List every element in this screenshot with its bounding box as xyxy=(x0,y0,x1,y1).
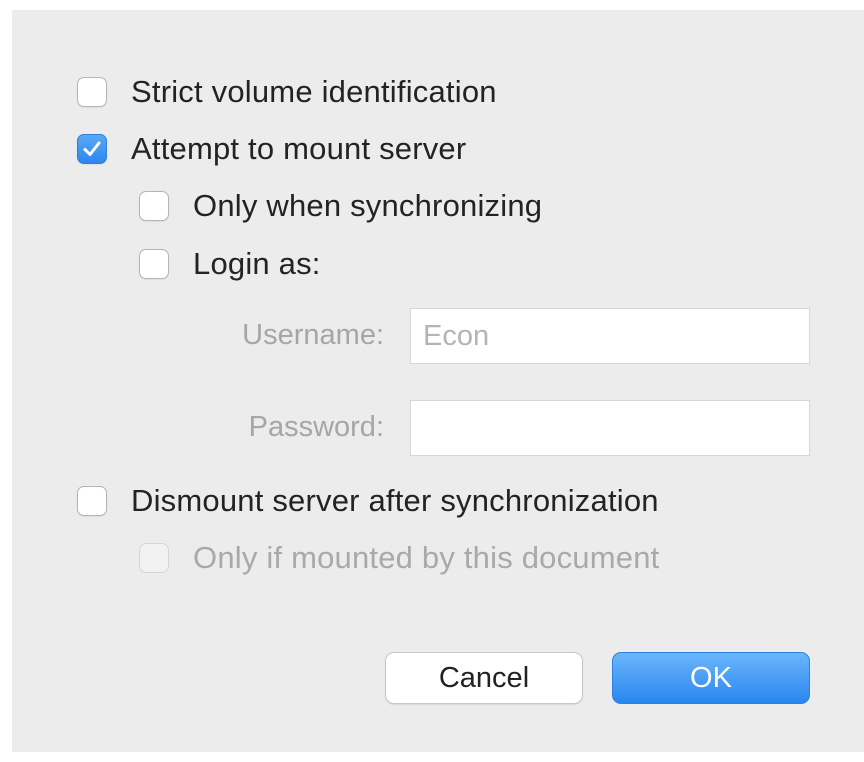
only-sync-checkbox[interactable] xyxy=(139,191,169,221)
attempt-mount-label: Attempt to mount server xyxy=(131,131,467,166)
cancel-button[interactable]: Cancel xyxy=(385,652,583,704)
options-dialog xyxy=(12,10,864,752)
login-as-option[interactable]: Login as: xyxy=(139,244,321,284)
attempt-mount-option[interactable]: Attempt to mount server xyxy=(77,129,466,169)
only-sync-label: Only when synchronizing xyxy=(193,188,543,223)
checkmark-icon xyxy=(83,141,101,156)
password-field[interactable] xyxy=(410,400,810,456)
ok-button[interactable]: OK xyxy=(612,652,810,704)
strict-volume-checkbox[interactable] xyxy=(77,77,107,107)
strict-volume-option[interactable]: Strict volume identification xyxy=(77,72,497,112)
username-field[interactable]: Econ xyxy=(410,308,810,364)
only-mounted-checkbox xyxy=(139,543,169,573)
strict-volume-label: Strict volume identification xyxy=(131,74,497,109)
dismount-option[interactable]: Dismount server after synchronization xyxy=(77,481,659,521)
login-as-label: Login as: xyxy=(193,246,321,281)
attempt-mount-checkbox[interactable] xyxy=(77,134,107,164)
only-sync-option[interactable]: Only when synchronizing xyxy=(139,186,542,226)
only-mounted-option: Only if mounted by this document xyxy=(139,538,659,578)
dismount-label: Dismount server after synchronization xyxy=(131,483,659,518)
password-label: Password: xyxy=(248,411,384,443)
dismount-checkbox[interactable] xyxy=(77,486,107,516)
login-as-checkbox[interactable] xyxy=(139,249,169,279)
only-mounted-label: Only if mounted by this document xyxy=(193,540,660,575)
username-label: Username: xyxy=(242,319,384,351)
